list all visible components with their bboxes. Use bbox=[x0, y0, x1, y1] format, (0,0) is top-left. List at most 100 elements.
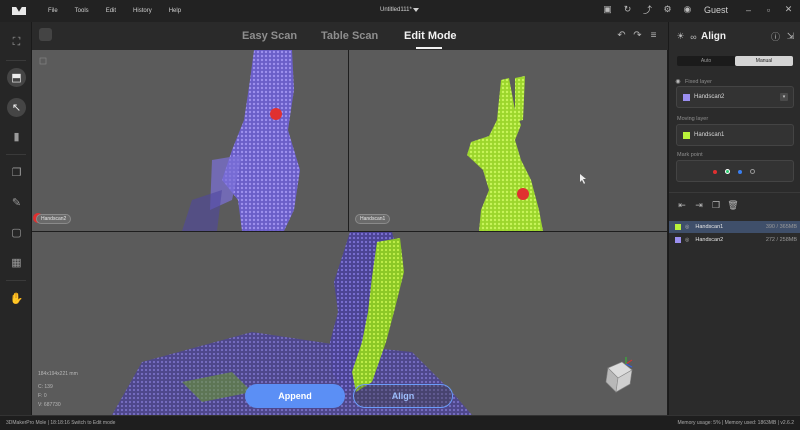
add-mark-icon[interactable] bbox=[750, 169, 755, 174]
minimize-icon[interactable]: – bbox=[743, 4, 754, 15]
bounds-text: 184x194x221 mm bbox=[38, 371, 78, 377]
moving-scan-bunny bbox=[467, 78, 543, 231]
toolbar-divider bbox=[6, 280, 26, 281]
toolbar-divider bbox=[6, 154, 26, 155]
panel-title: Align bbox=[701, 31, 726, 42]
menu-file[interactable]: File bbox=[48, 8, 58, 14]
layer-color-swatch bbox=[675, 224, 681, 230]
left-toolbar: ⛶ ⬒ ↖ ▮ ❐ ✎ ▢ ▦ ✋ bbox=[0, 22, 32, 415]
layer-name: Handscan2 bbox=[695, 237, 724, 243]
status-left: 3DMakerPro Mole | 18:18:16 Switch to Edi… bbox=[6, 420, 116, 426]
sync-icon[interactable]: ↻ bbox=[622, 4, 633, 15]
layer-row-handscan1[interactable]: ◎ Handscan1 390 / 365MB bbox=[669, 221, 800, 233]
screenshot-icon[interactable]: ▣ bbox=[602, 4, 613, 15]
active-tab-indicator bbox=[416, 47, 442, 49]
seg-auto[interactable]: Auto bbox=[677, 56, 735, 66]
crop-icon[interactable]: ▢ bbox=[8, 224, 25, 241]
trash-icon[interactable]: 🗑 bbox=[727, 200, 738, 210]
mark-dot-green[interactable] bbox=[725, 169, 730, 174]
menu-icon[interactable]: ≡ bbox=[648, 30, 659, 41]
share-icon[interactable]: ⤴ bbox=[642, 4, 653, 15]
fixed-layer-value: Handscan2 bbox=[694, 94, 725, 100]
panel-header: ☀ ∞ Align ⓘ ⇲ bbox=[669, 22, 800, 50]
align-panel: ☀ ∞ Align ⓘ ⇲ Auto Manual Fixed layer ◉ … bbox=[668, 22, 800, 415]
menu-history[interactable]: History bbox=[133, 8, 152, 14]
panel-divider bbox=[669, 192, 800, 193]
viewport-combined[interactable]: 184x194x221 mm C: 139 F: 0 V: 687730 bbox=[32, 232, 667, 415]
viewport-fixed[interactable]: Handscan2 bbox=[32, 50, 348, 231]
eye-icon[interactable]: ◎ bbox=[685, 237, 689, 243]
fixed-scan-body bbox=[222, 50, 300, 231]
pen-icon[interactable]: ✎ bbox=[8, 194, 25, 211]
align-icon: ∞ bbox=[690, 31, 697, 42]
import-icon[interactable]: ⇤ bbox=[677, 200, 687, 210]
layer-size: 390 / 365MB bbox=[765, 224, 797, 230]
layout-icon[interactable] bbox=[39, 28, 52, 41]
layer-color-swatch bbox=[675, 237, 681, 243]
export-icon[interactable]: ⇲ bbox=[785, 31, 796, 42]
menu-bar: File Tools Edit History Help Untitled111… bbox=[0, 0, 800, 22]
tab-table-scan[interactable]: Table Scan bbox=[321, 30, 378, 42]
layer-size: 272 / 258MB bbox=[765, 237, 797, 243]
user-icon[interactable]: ◉ bbox=[682, 4, 693, 15]
status-right: Memory usage: 5% | Memory used: 1863MB |… bbox=[677, 420, 794, 426]
layer-row-handscan2[interactable]: ◎ Handscan2 272 / 258MB bbox=[669, 234, 800, 246]
menu-edit[interactable]: Edit bbox=[106, 8, 116, 14]
menu-tools[interactable]: Tools bbox=[75, 8, 89, 14]
moving-layer-value: Handscan1 bbox=[694, 132, 725, 138]
tab-easy-scan[interactable]: Easy Scan bbox=[242, 30, 297, 42]
redo-icon[interactable]: ↷ bbox=[632, 30, 643, 41]
eye-icon[interactable]: ◎ bbox=[685, 224, 689, 230]
align-button[interactable]: Align bbox=[353, 384, 453, 408]
mark-point-moving[interactable] bbox=[517, 188, 529, 200]
export-layer-icon[interactable]: ⇥ bbox=[694, 200, 704, 210]
moving-layer-label: Moving layer bbox=[677, 116, 709, 122]
mode-bar: Easy Scan Table Scan Edit Mode ↶ ↷ ≡ bbox=[32, 22, 668, 50]
mark-point-box bbox=[676, 160, 794, 182]
user-name[interactable]: Guest bbox=[704, 5, 728, 15]
document-title[interactable]: Untitled111* bbox=[380, 7, 412, 13]
chevron-down-icon[interactable]: ▾ bbox=[780, 93, 788, 101]
viewport-corner-icon bbox=[39, 57, 47, 65]
fixed-layer-select[interactable]: Handscan2 ▾ bbox=[676, 86, 794, 108]
append-button[interactable]: Append bbox=[245, 384, 345, 408]
chevron-down-icon[interactable] bbox=[413, 8, 419, 12]
hand-icon[interactable]: ✋ bbox=[8, 290, 25, 307]
copy-icon[interactable]: ❐ bbox=[8, 164, 25, 181]
fixed-scan-render bbox=[33, 50, 300, 231]
delete-icon[interactable]: ▮ bbox=[8, 128, 25, 145]
align-mode-toggle[interactable]: Auto Manual bbox=[677, 56, 793, 66]
mark-dot-red[interactable] bbox=[713, 170, 717, 174]
info-v: V: 687730 bbox=[38, 402, 61, 408]
tab-edit-mode[interactable]: Edit Mode bbox=[404, 30, 457, 42]
maximize-icon[interactable]: ▫ bbox=[763, 4, 774, 15]
duplicate-icon[interactable]: ❐ bbox=[711, 200, 721, 210]
undo-icon[interactable]: ↶ bbox=[616, 30, 627, 41]
fixed-layer-tag: Handscan2 bbox=[36, 214, 72, 224]
moving-layer-tag: Handscan1 bbox=[355, 214, 391, 224]
menu-help[interactable]: Help bbox=[169, 8, 181, 14]
scan-icon[interactable]: ⬒ bbox=[7, 68, 26, 87]
mark-point-fixed[interactable] bbox=[270, 108, 282, 120]
window-controls: ▣ ↻ ⤴ ⚙ ◉ Guest – ▫ ✕ bbox=[602, 4, 794, 15]
viewport-moving[interactable]: Handscan1 bbox=[349, 50, 667, 231]
info-icon[interactable]: ⓘ bbox=[770, 31, 781, 42]
cursor-icon bbox=[580, 174, 586, 184]
view-cube-icon[interactable] bbox=[605, 357, 633, 393]
fullscreen-icon[interactable]: ⛶ bbox=[8, 34, 25, 51]
close-icon[interactable]: ✕ bbox=[783, 4, 794, 15]
info-c: C: 139 bbox=[38, 384, 53, 390]
mark-dot-blue[interactable] bbox=[738, 170, 742, 174]
moving-scan-ear bbox=[515, 76, 525, 122]
settings-icon[interactable]: ⚙ bbox=[662, 4, 673, 15]
combined-scan-render bbox=[112, 232, 633, 415]
select-icon[interactable]: ↖ bbox=[7, 98, 26, 117]
fixed-layer-label: Fixed layer bbox=[685, 79, 712, 85]
checker-icon[interactable]: ▦ bbox=[8, 254, 25, 271]
mark-point-label: Mark point bbox=[677, 152, 703, 158]
circle-icon: ◉ bbox=[675, 78, 681, 85]
fixed-scan-base bbox=[182, 190, 222, 231]
moving-layer-select[interactable]: Handscan1 bbox=[676, 124, 794, 146]
sun-icon[interactable]: ☀ bbox=[675, 31, 686, 42]
seg-manual[interactable]: Manual bbox=[735, 56, 793, 66]
